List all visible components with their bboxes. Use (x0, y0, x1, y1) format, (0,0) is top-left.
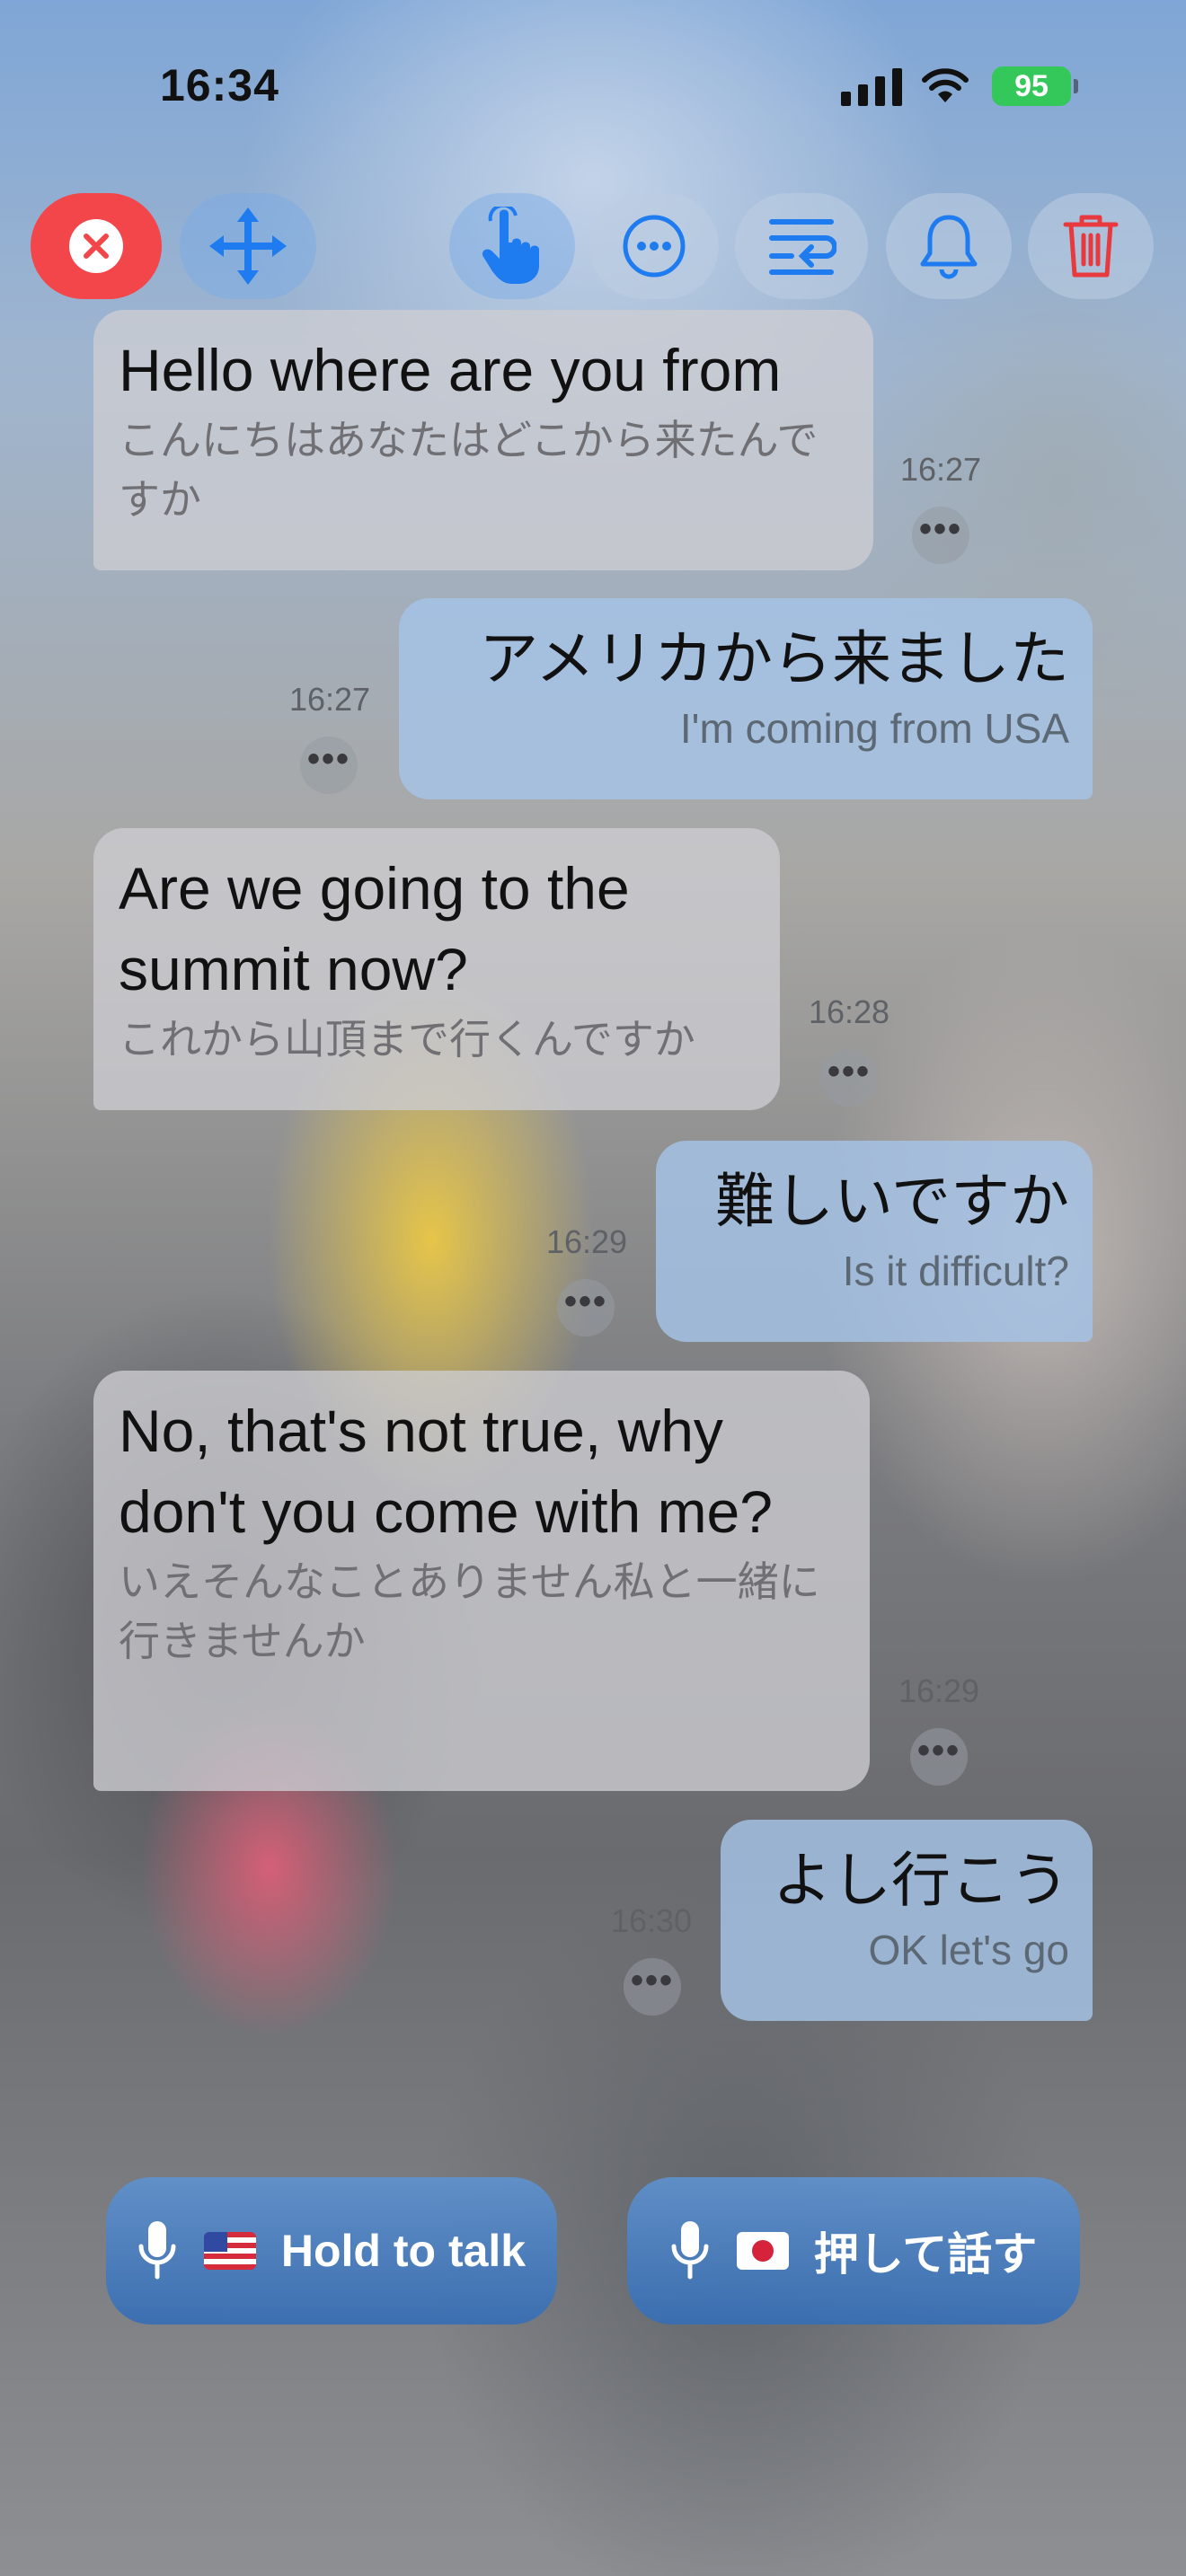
cellular-signal-icon (841, 68, 902, 106)
message-translation: I'm coming from USA (679, 705, 1069, 752)
hold-to-talk-english-button[interactable]: Hold to talk (106, 2177, 557, 2325)
ellipsis-icon: ••• (918, 509, 962, 549)
close-button[interactable] (31, 193, 162, 299)
message-translation: いえそんなことありません私と一緒に行きませんか (119, 1558, 820, 1664)
battery-indicator: 95 (992, 66, 1071, 106)
message-timestamp: 16:29 (545, 1223, 628, 1260)
message-timestamp: 16:30 (610, 1902, 693, 1939)
talk-button-label: 押して話す (813, 2229, 1038, 2280)
bell-icon (920, 215, 978, 279)
message-timestamp: 16:27 (288, 681, 371, 718)
message-options-button[interactable]: ••• (557, 1279, 615, 1337)
trash-icon (1063, 215, 1119, 278)
message-translation: こんにちはあなたはどこから来たんですか (119, 417, 819, 523)
message-options-button[interactable]: ••• (910, 1728, 968, 1786)
more-options-button[interactable] (589, 193, 719, 299)
ellipsis-icon: ••• (916, 1731, 960, 1770)
japan-flag-icon (736, 2232, 789, 2270)
battery-cap (1074, 79, 1078, 93)
message-text: よし行こう (773, 1847, 1069, 1913)
ellipsis-icon: ••• (630, 1961, 674, 2000)
message-text: Are we going to the summit now? (119, 855, 630, 1002)
move-arrows-icon (209, 207, 287, 285)
delete-button[interactable] (1028, 193, 1154, 299)
message-bubble-received[interactable]: No, that's not true, why don't you come … (93, 1371, 870, 1791)
status-bar: 16:34 95 (0, 0, 1186, 171)
message-bubble-received[interactable]: Are we going to the summit now? これから山頂まで… (93, 828, 780, 1110)
message-translation: これから山頂まで行くんですか (119, 1016, 695, 1063)
message-options-button[interactable]: ••• (624, 1958, 681, 2016)
wifi-icon (922, 68, 969, 102)
ellipsis-circle-icon (623, 215, 686, 278)
message-timestamp: 16:29 (898, 1672, 980, 1709)
toolbar (0, 184, 1186, 305)
notifications-button[interactable] (886, 193, 1012, 299)
us-flag-icon (203, 2232, 256, 2270)
message-translation: OK let's go (868, 1927, 1069, 1973)
ellipsis-icon: ••• (306, 739, 350, 779)
hand-pointer-icon (482, 207, 539, 284)
microphone-icon (138, 2221, 176, 2280)
message-timestamp: 16:28 (808, 993, 890, 1030)
ellipsis-icon: ••• (563, 1282, 607, 1321)
message-options-button[interactable]: ••• (912, 507, 969, 564)
message-options-button[interactable]: ••• (300, 737, 358, 794)
message-text: Hello where are you from (119, 337, 782, 403)
message-text: No, that's not true, why don't you come … (119, 1398, 773, 1545)
text-wrap-button[interactable] (735, 193, 868, 299)
message-bubble-received[interactable]: Hello where are you from こんにちはあなたはどこから来た… (93, 310, 873, 570)
message-translation: Is it difficult? (842, 1248, 1069, 1294)
text-wrap-icon (769, 219, 836, 275)
touch-mode-button[interactable] (449, 193, 575, 299)
close-icon (69, 219, 123, 273)
hold-to-talk-japanese-button[interactable]: 押して話す (627, 2177, 1080, 2325)
message-text: アメリカから来ました (479, 625, 1069, 692)
message-bubble-sent[interactable]: アメリカから来ました I'm coming from USA (399, 598, 1093, 799)
message-timestamp: 16:27 (899, 451, 982, 488)
ellipsis-icon: ••• (827, 1052, 871, 1091)
move-button[interactable] (180, 193, 316, 299)
talk-button-label: Hold to talk (280, 2226, 527, 2276)
microphone-icon (671, 2221, 709, 2280)
message-text: 難しいですか (714, 1168, 1069, 1234)
message-bubble-sent[interactable]: 難しいですか Is it difficult? (656, 1141, 1093, 1342)
message-options-button[interactable]: ••• (820, 1049, 878, 1107)
message-bubble-sent[interactable]: よし行こう OK let's go (721, 1820, 1093, 2021)
status-time: 16:34 (160, 60, 279, 110)
battery-level: 95 (1014, 69, 1049, 103)
